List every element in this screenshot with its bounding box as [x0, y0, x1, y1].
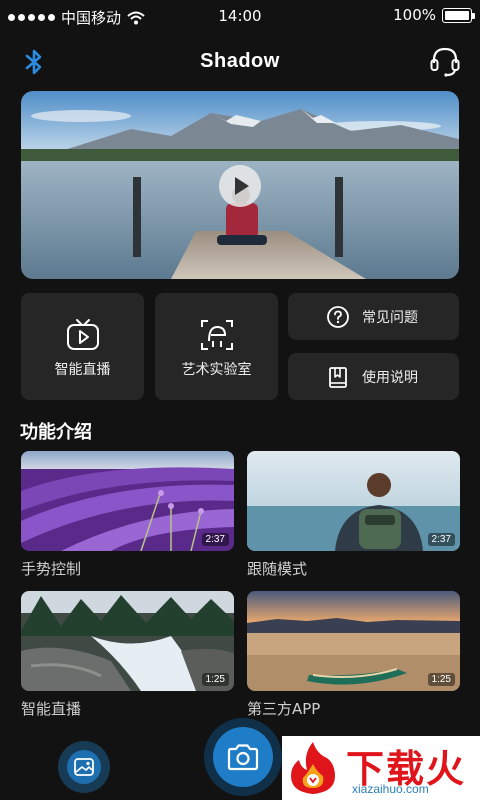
section-title: 功能介绍	[20, 422, 92, 443]
tile-smart-live[interactable]: 智能直播	[21, 293, 144, 400]
gallery-button[interactable]	[58, 741, 110, 793]
battery-fill	[445, 10, 469, 20]
video-thumbnail[interactable]: 1:25	[247, 591, 460, 691]
manual-button[interactable]: 使用说明	[288, 353, 459, 400]
tile-art-lab[interactable]: 艺术实验室	[155, 293, 278, 400]
tv-play-icon	[66, 319, 99, 350]
hero-video[interactable]	[21, 91, 459, 279]
feature-label: 智能直播	[21, 700, 82, 718]
video-duration: 1:25	[427, 673, 455, 686]
video-thumbnail[interactable]: 2:37	[21, 451, 234, 551]
feature-label: 第三方APP	[247, 700, 321, 718]
watermark-badge: 下载火 xiazaihuo.com	[282, 736, 480, 800]
video-duration: 2:37	[201, 533, 229, 546]
feature-label: 跟随模式	[247, 560, 308, 578]
headset-icon[interactable]	[428, 44, 462, 78]
faq-label: 常见问题	[362, 310, 418, 326]
tile-label: 智能直播	[54, 362, 111, 378]
feature-label: 手势控制	[21, 560, 82, 578]
video-duration: 2:37	[427, 533, 455, 546]
play-icon[interactable]	[219, 165, 261, 207]
status-right: 100%	[393, 6, 475, 24]
face-scan-icon	[200, 320, 233, 350]
question-circle-icon	[327, 306, 349, 328]
camera-button[interactable]	[204, 718, 282, 796]
app-header: Shadow	[0, 40, 480, 84]
status-bar: 中国移动 14:00 100%	[0, 0, 480, 34]
battery-text: 100%	[393, 6, 436, 24]
camera-icon	[227, 744, 259, 771]
faq-button[interactable]: 常见问题	[288, 293, 459, 340]
video-duration: 1:25	[201, 673, 229, 686]
flame-logo-icon	[291, 742, 335, 794]
manual-book-icon	[329, 367, 347, 388]
gallery-icon	[74, 758, 94, 776]
manual-label: 使用说明	[362, 370, 418, 386]
video-thumbnail[interactable]: 1:25	[21, 591, 234, 691]
watermark-url: xiazaihuo.com	[352, 782, 429, 796]
battery-icon	[442, 7, 475, 23]
tile-label: 艺术实验室	[181, 362, 252, 378]
video-thumbnail[interactable]: 2:37	[247, 451, 460, 551]
app-title: Shadow	[200, 50, 280, 72]
